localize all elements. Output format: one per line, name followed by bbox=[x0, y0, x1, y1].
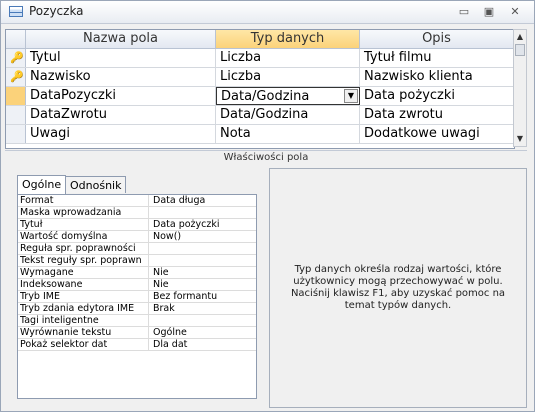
scroll-down-icon[interactable]: ▼ bbox=[514, 133, 526, 145]
scroll-thumb[interactable] bbox=[515, 44, 525, 56]
property-value[interactable]: Brak bbox=[153, 303, 253, 314]
data-type-cell[interactable]: Nota bbox=[216, 125, 360, 143]
property-row[interactable]: Wartość domyślna Now() bbox=[18, 231, 256, 243]
property-row[interactable]: Tytuł Data pożyczki bbox=[18, 219, 256, 231]
row-selector[interactable]: 🔑 bbox=[6, 68, 26, 86]
property-value[interactable] bbox=[153, 207, 253, 218]
table-row[interactable]: 🔑 Nazwisko Liczba Nazwisko klienta bbox=[6, 68, 514, 87]
close-icon[interactable]: ✕ bbox=[507, 5, 523, 19]
field-properties-title: Właściwości pola bbox=[5, 150, 527, 165]
property-name: Tekst reguły spr. poprawn bbox=[20, 255, 149, 266]
description-cell[interactable]: Data zwrotu bbox=[360, 106, 514, 124]
property-name: Pokaż selektor dat bbox=[20, 339, 149, 350]
table-design-window: Pozyczka ▭ ▣ ✕ Nazwa pola Typ danych Opi… bbox=[0, 0, 535, 412]
row-selector[interactable] bbox=[6, 87, 26, 105]
property-value[interactable] bbox=[153, 255, 253, 266]
field-name-cell[interactable]: Tytul bbox=[26, 49, 216, 67]
property-row[interactable]: Tekst reguły spr. poprawn bbox=[18, 255, 256, 267]
row-selector[interactable]: 🔑 bbox=[6, 49, 26, 67]
chevron-down-icon[interactable]: ▼ bbox=[344, 89, 358, 103]
scroll-up-icon[interactable]: ▲ bbox=[514, 31, 526, 43]
properties-sheet: Format Data długa Maska wprowadzania Tytu… bbox=[17, 194, 257, 399]
column-header-field-name[interactable]: Nazwa pola bbox=[26, 30, 216, 48]
description-cell[interactable]: Dodatkowe uwagi bbox=[360, 125, 514, 143]
row-selector-header bbox=[6, 30, 26, 48]
property-row[interactable]: Maska wprowadzania bbox=[18, 207, 256, 219]
property-row[interactable]: Reguła spr. poprawności bbox=[18, 243, 256, 255]
property-name: Maska wprowadzania bbox=[20, 207, 149, 218]
field-grid: Nazwa pola Typ danych Opis 🔑 Tytul Liczb… bbox=[5, 29, 515, 149]
property-value[interactable]: Dla dat bbox=[153, 339, 253, 350]
property-name: Wymagane bbox=[20, 267, 149, 278]
column-header-data-type[interactable]: Typ danych bbox=[216, 30, 360, 48]
tab-general[interactable]: Ogólne bbox=[17, 175, 67, 194]
row-selector[interactable] bbox=[6, 106, 26, 124]
property-row[interactable]: Tryb IME Bez formantu bbox=[18, 291, 256, 303]
primary-key-icon: 🔑 bbox=[10, 70, 24, 83]
table-icon bbox=[9, 6, 23, 17]
property-value[interactable]: Bez formantu bbox=[153, 291, 253, 302]
property-value[interactable]: Ogólne bbox=[153, 327, 253, 338]
help-panel: Typ danych określa rodzaj wartości, któr… bbox=[269, 168, 527, 408]
property-value[interactable] bbox=[153, 243, 253, 254]
window-title: Pozyczka bbox=[29, 4, 84, 18]
property-name: Wyrównanie tekstu bbox=[20, 327, 149, 338]
property-row[interactable]: Indeksowane Nie bbox=[18, 279, 256, 291]
table-row[interactable]: DataPozyczki Data/Godzina ▼ Data pożyczk… bbox=[6, 87, 514, 106]
description-cell[interactable]: Data pożyczki bbox=[360, 87, 514, 105]
property-value[interactable]: Nie bbox=[153, 267, 253, 278]
table-row[interactable]: 🔑 Tytul Liczba Tytuł filmu bbox=[6, 49, 514, 68]
property-row[interactable]: Pokaż selektor dat Dla dat bbox=[18, 339, 256, 351]
property-row[interactable]: Tagi inteligentne bbox=[18, 315, 256, 327]
minimize-icon[interactable]: ▭ bbox=[456, 5, 472, 19]
property-row[interactable]: Wymagane Nie bbox=[18, 267, 256, 279]
grid-header: Nazwa pola Typ danych Opis bbox=[6, 30, 514, 49]
data-type-combobox[interactable]: Data/Godzina ▼ bbox=[216, 87, 360, 105]
primary-key-icon: 🔑 bbox=[10, 51, 24, 64]
tab-lookup[interactable]: Odnośnik bbox=[65, 176, 127, 193]
help-text: Typ danych określa rodzaj wartości, któr… bbox=[290, 264, 506, 311]
field-name-cell[interactable]: DataPozyczki bbox=[26, 87, 216, 105]
data-type-cell[interactable]: Data/Godzina bbox=[216, 106, 360, 124]
property-value[interactable]: Nie bbox=[153, 279, 253, 290]
property-name: Format bbox=[20, 195, 149, 206]
data-type-cell[interactable]: Liczba bbox=[216, 49, 360, 67]
property-value[interactable] bbox=[153, 315, 253, 326]
description-cell[interactable]: Nazwisko klienta bbox=[360, 68, 514, 86]
property-name: Indeksowane bbox=[20, 279, 149, 290]
field-name-cell[interactable]: Nazwisko bbox=[26, 68, 216, 86]
property-name: Wartość domyślna bbox=[20, 231, 149, 242]
row-selector[interactable] bbox=[6, 125, 26, 143]
grid-vertical-scrollbar[interactable]: ▲ ▼ bbox=[513, 29, 527, 147]
field-name-cell[interactable]: DataZwrotu bbox=[26, 106, 216, 124]
property-name: Tagi inteligentne bbox=[20, 315, 149, 326]
property-value[interactable]: Data pożyczki bbox=[153, 219, 253, 230]
maximize-icon[interactable]: ▣ bbox=[481, 5, 497, 19]
property-name: Tryb zdania edytora IME bbox=[20, 303, 149, 314]
data-type-cell[interactable]: Liczba bbox=[216, 68, 360, 86]
description-cell[interactable]: Tytuł filmu bbox=[360, 49, 514, 67]
property-name: Tryb IME bbox=[20, 291, 149, 302]
column-header-description[interactable]: Opis bbox=[360, 30, 514, 48]
property-name: Reguła spr. poprawności bbox=[20, 243, 149, 254]
table-row[interactable]: Uwagi Nota Dodatkowe uwagi bbox=[6, 125, 514, 144]
title-bar: Pozyczka ▭ ▣ ✕ bbox=[1, 1, 534, 24]
property-row[interactable]: Tryb zdania edytora IME Brak bbox=[18, 303, 256, 315]
data-type-value: Data/Godzina bbox=[221, 89, 310, 104]
field-name-cell[interactable]: Uwagi bbox=[26, 125, 216, 143]
property-value[interactable]: Data długa bbox=[153, 195, 253, 206]
property-row[interactable]: Wyrównanie tekstu Ogólne bbox=[18, 327, 256, 339]
property-value[interactable]: Now() bbox=[153, 231, 253, 242]
property-row[interactable]: Format Data długa bbox=[18, 195, 256, 207]
property-name: Tytuł bbox=[20, 219, 149, 230]
table-row[interactable]: DataZwrotu Data/Godzina Data zwrotu bbox=[6, 106, 514, 125]
